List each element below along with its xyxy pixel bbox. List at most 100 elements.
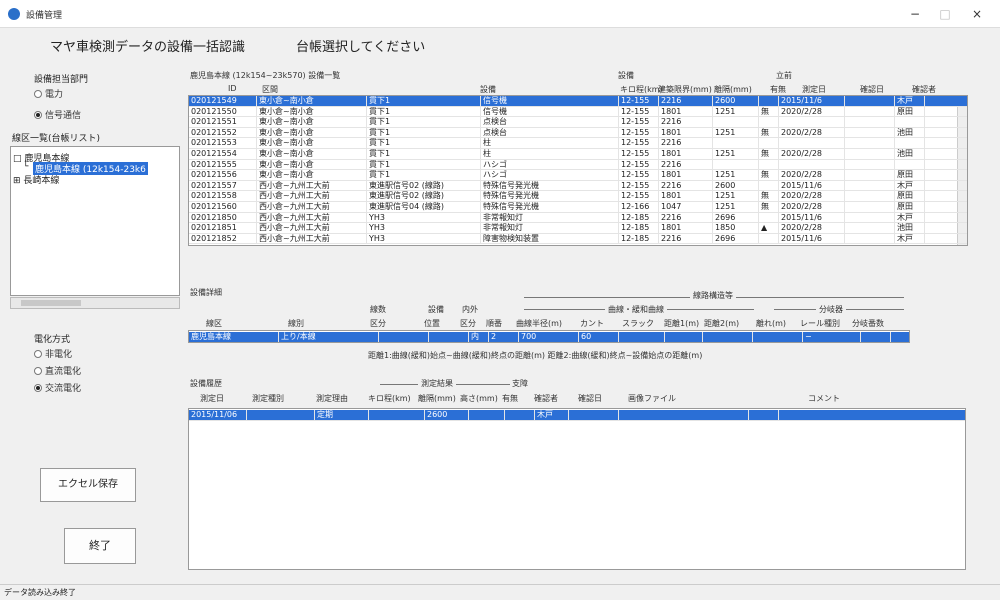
minimize-button[interactable]: − — [900, 4, 930, 24]
column-header[interactable]: 確認日 — [578, 393, 602, 404]
column-header[interactable]: 画像ファイル — [628, 393, 676, 404]
column-header[interactable]: キロ程(km) — [620, 84, 663, 95]
table-cell: 12-155 — [619, 180, 659, 191]
column-header[interactable]: 区分 — [370, 318, 386, 329]
table-row[interactable]: 020121549 東小倉~南小倉 貫下1 信号機 12-155 2216 2600 2015… — [189, 96, 967, 107]
column-header[interactable]: 確認者 — [912, 84, 936, 95]
table-cell: ハシゴ — [481, 170, 619, 180]
window-title: 設備管理 — [26, 11, 63, 21]
table-cell: 2696 — [713, 212, 759, 223]
table-row[interactable]: 020121552 東小倉~南小倉 貫下1 点検台 12-155 1801 1251 無 202… — [189, 127, 967, 139]
table-row[interactable]: 020121850 西小倉~九州工大前 YH3 非常報知灯 12-185 2216 2696… — [189, 212, 967, 224]
table-cell: 2216 — [659, 159, 713, 170]
detail-grid: 鹿児島本線 上り/本線 内 2 700 60 − — [188, 330, 910, 343]
detail-row[interactable]: 鹿児島本線 上り/本線 内 2 700 60 − — [189, 332, 909, 342]
line-tree: □ 鹿児島本線 └ 鹿児島本線 (12k154-23k6 ⊞ 長崎本線 — [10, 146, 180, 296]
column-header[interactable]: 分岐番数 — [852, 318, 884, 329]
table-cell: 2015/11/6 — [779, 180, 845, 191]
column-header[interactable]: 有無 — [770, 84, 786, 95]
maximize-button[interactable]: □ — [930, 4, 960, 24]
table-cell: 無 — [759, 191, 779, 201]
column-header[interactable]: 有無 — [502, 393, 518, 404]
table-row[interactable]: 020121556 東小倉~南小倉 貫下1 ハシゴ 12-155 1801 1251 無 202… — [189, 170, 967, 181]
column-header[interactable]: 内外 — [462, 304, 478, 315]
table-cell — [845, 106, 895, 117]
table-cell — [779, 159, 845, 170]
table-cell: 西小倉~九州工大前 — [257, 233, 367, 244]
table-cell: 1801 — [659, 106, 713, 117]
tree-connector: └ — [23, 162, 29, 172]
scroll-thumb[interactable] — [21, 300, 81, 306]
tree-item-nagasaki[interactable]: ⊞ 長崎本線 — [13, 173, 59, 186]
table-cell: 1251 — [713, 127, 759, 138]
column-header[interactable]: 建築限界(mm) — [658, 84, 712, 95]
table-cell: 上り/本線 — [279, 332, 379, 342]
column-header[interactable]: 測定理由 — [316, 393, 348, 404]
table-cell — [759, 138, 779, 148]
column-header[interactable]: 区分 — [460, 318, 476, 329]
column-header[interactable]: 順番 — [486, 318, 502, 329]
table-cell: 020121555 — [189, 159, 257, 170]
table-row[interactable]: 020121851 西小倉~九州工大前 YH3 非常報知灯 12-185 1801 1850… — [189, 223, 967, 234]
close-button[interactable]: × — [962, 4, 992, 24]
column-header[interactable]: 離隔(mm) — [418, 393, 456, 404]
column-header[interactable]: 線数 — [370, 304, 386, 315]
table-cell — [713, 138, 759, 148]
table-row[interactable]: 020121852 西小倉~九州工大前 YH3 障害物検知装置 12-185 2216 26… — [189, 233, 967, 245]
column-header[interactable]: 離れ(m) — [756, 318, 786, 329]
table-cell: 12-155 — [619, 149, 659, 159]
column-header[interactable]: 区間 — [262, 84, 278, 95]
column-header[interactable]: 曲線半径(m) — [516, 318, 562, 329]
column-header[interactable]: ID — [228, 84, 237, 93]
table-row[interactable]: 020121555 東小倉~南小倉 貫下1 ハシゴ 12-155 2216 — [189, 159, 967, 171]
table-cell: 12-155 — [619, 106, 659, 117]
radio-elec-dc[interactable]: 直流電化 — [34, 364, 81, 377]
column-header[interactable]: レール種別 — [800, 318, 840, 329]
column-header[interactable]: 測定種別 — [252, 393, 284, 404]
table-cell: 2020/2/28 — [779, 127, 845, 138]
title-bar: 設備管理 − □ × — [0, 0, 1000, 28]
column-header[interactable]: スラック — [622, 318, 654, 329]
radio-dept-signal[interactable]: 信号通信 — [34, 108, 81, 121]
table-cell: 非常報知灯 — [481, 223, 619, 233]
tree-scrollbar[interactable] — [10, 297, 180, 309]
radio-elec-ac[interactable]: 交流電化 — [34, 381, 81, 394]
table-row[interactable]: 020121558 西小倉~九州工大前 東進駅信号02 (線路) 特殊信号発光機 12-… — [189, 191, 967, 202]
column-header[interactable]: コメント — [808, 393, 840, 404]
exit-button[interactable]: 終了 — [64, 528, 136, 564]
table-cell: 特殊信号発光機 — [481, 180, 619, 191]
table-row[interactable]: 020121550 東小倉~南小倉 貫下1 信号機 12-155 1801 1251 無 202… — [189, 106, 967, 118]
table-row[interactable]: 020121551 東小倉~南小倉 貫下1 点検台 12-155 2216 — [189, 117, 967, 128]
table-row[interactable]: 020121560 西小倉~九州工大前 東進駅信号04 (線路) 特殊信号発光機 12-… — [189, 202, 967, 213]
column-header[interactable]: 位置 — [424, 318, 440, 329]
table-row[interactable]: 020121557 西小倉~九州工大前 東進駅信号02 (線路) 特殊信号発光機 12-… — [189, 180, 967, 192]
column-header[interactable]: 距離1(m) — [664, 318, 699, 329]
table-cell: 信号機 — [481, 106, 619, 117]
table-row[interactable]: 020121553 東小倉~南小倉 貫下1 柱 12-155 2216 — [189, 138, 967, 149]
column-header[interactable]: 距離2(m) — [704, 318, 739, 329]
excel-save-button[interactable]: エクセル保存 — [40, 468, 136, 502]
column-header[interactable]: 線別 — [288, 318, 304, 329]
column-header[interactable]: 測定日 — [200, 393, 224, 404]
table-cell — [665, 332, 703, 342]
column-header[interactable]: 線区 — [206, 318, 222, 329]
radio-elec-none[interactable]: 非電化 — [34, 347, 72, 360]
radio-dept-power[interactable]: 電力 — [34, 87, 63, 100]
column-header[interactable]: 離隔(mm) — [714, 84, 752, 95]
column-header[interactable]: 設備 — [480, 84, 496, 95]
column-header[interactable]: キロ程(km) — [368, 393, 411, 404]
column-header[interactable]: 測定日 — [802, 84, 826, 95]
table-cell: 無 — [759, 127, 779, 138]
table-cell: 東進駅信号04 (線路) — [367, 202, 481, 212]
column-header[interactable]: カント — [580, 318, 604, 329]
history-row[interactable]: 2015/11/06 定期 2600 木戸 — [189, 410, 965, 421]
column-header[interactable]: 確認者 — [534, 393, 558, 404]
table-cell: 貫下1 — [367, 127, 481, 138]
table-cell: 無 — [759, 170, 779, 180]
table-row[interactable]: 020121554 東小倉~南小倉 貫下1 柱 12-155 1801 1251 無 2020/… — [189, 149, 967, 160]
table-cell: 2020/2/28 — [779, 170, 845, 180]
column-header[interactable]: 設備 — [428, 304, 444, 315]
table-cell — [895, 117, 925, 127]
column-header[interactable]: 高さ(mm) — [460, 393, 498, 404]
column-header[interactable]: 確認日 — [860, 84, 884, 95]
